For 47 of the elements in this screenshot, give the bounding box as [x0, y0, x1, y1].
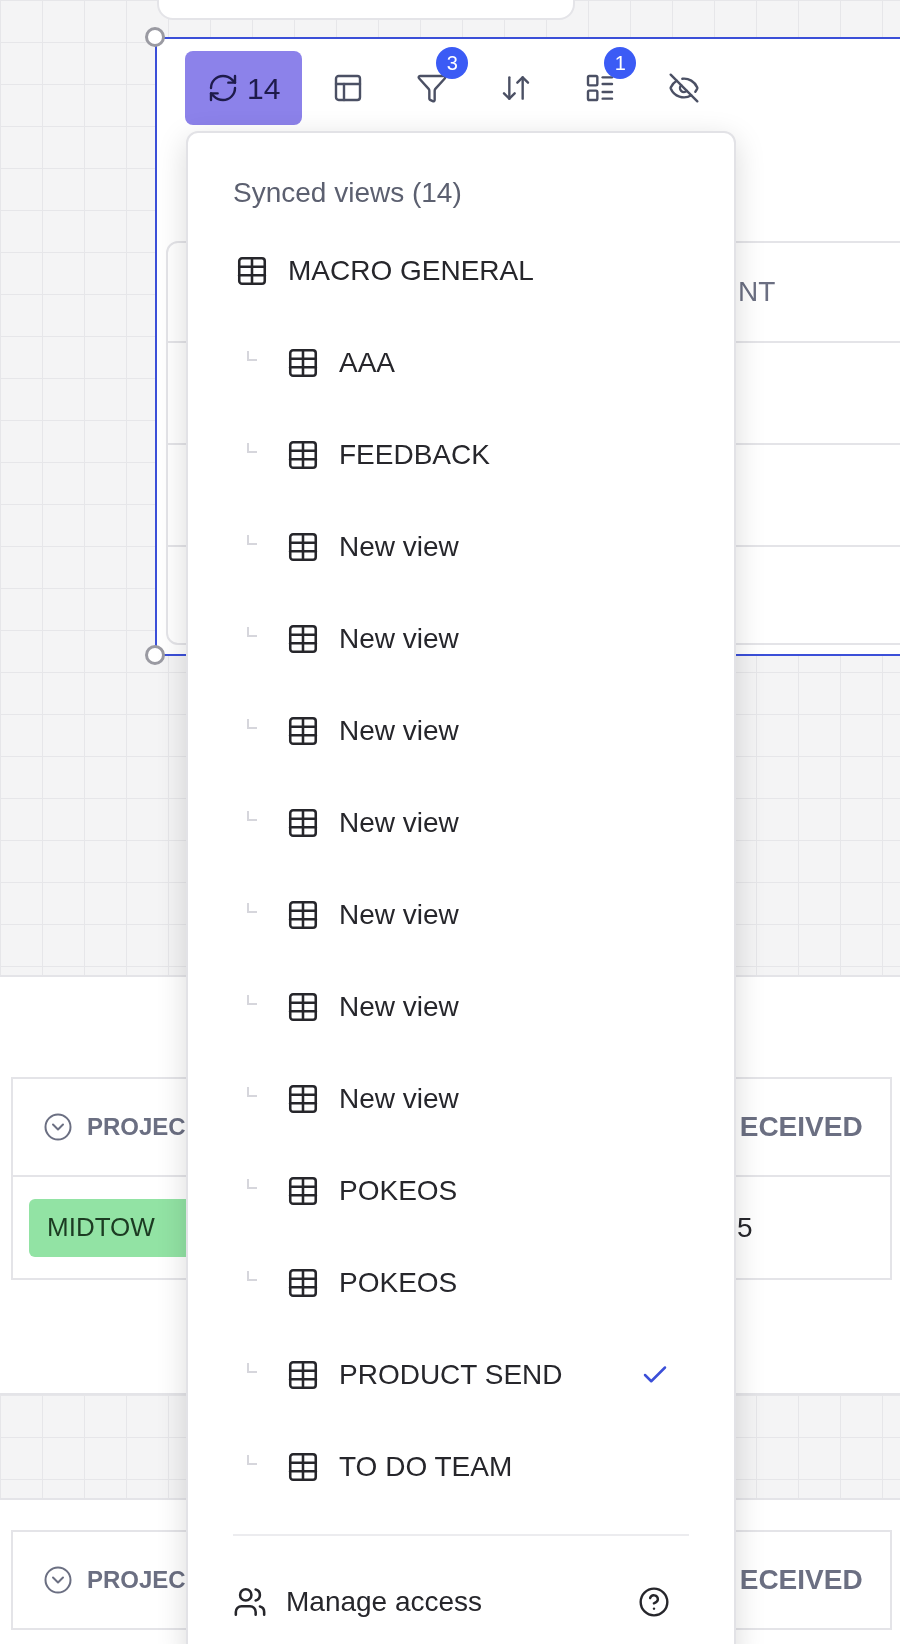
- count-badge: 3: [436, 47, 469, 79]
- table-icon: [286, 1358, 320, 1392]
- users-icon: [233, 1585, 267, 1619]
- column-header: ECEIVED: [739, 1110, 863, 1144]
- branch-icon: [247, 1455, 257, 1465]
- branch-icon: [247, 351, 257, 361]
- branch-icon: [247, 811, 257, 821]
- table-icon: [286, 530, 320, 564]
- branch-icon: [247, 1179, 257, 1189]
- table-icon: [286, 714, 320, 748]
- branch-icon: [247, 1271, 257, 1281]
- sync-button[interactable]: 14: [185, 51, 303, 125]
- table-icon: [286, 438, 320, 472]
- resize-handle[interactable]: [145, 645, 165, 665]
- dropdown-icon: [43, 1565, 73, 1595]
- eye-off-icon: [668, 72, 701, 104]
- branch-icon: [247, 535, 257, 545]
- branch-icon: [247, 903, 257, 913]
- table-cell-text: 5: [737, 1210, 753, 1245]
- table-icon: [286, 346, 320, 380]
- branch-icon: [247, 627, 257, 637]
- sync-icon: [207, 72, 239, 104]
- branch-icon: [247, 719, 257, 729]
- resize-handle[interactable]: [145, 27, 165, 47]
- branch-icon: [247, 443, 257, 453]
- branch-icon: [247, 1087, 257, 1097]
- column-header: PROJEC: [87, 1112, 186, 1142]
- menu-title: Synced views (14): [233, 176, 463, 210]
- table-icon: [286, 1450, 320, 1484]
- branch-icon: [247, 995, 257, 1005]
- table-icon: [286, 1266, 320, 1300]
- column-header: NT: [738, 275, 776, 309]
- column-header: PROJEC: [87, 1565, 186, 1595]
- table-icon: [235, 254, 269, 288]
- branch-icon: [247, 1363, 257, 1373]
- column-header: ECEIVED: [739, 1563, 863, 1597]
- table-icon: [286, 898, 320, 932]
- table-icon: [286, 622, 320, 656]
- table-icon: [286, 990, 320, 1024]
- table-icon: [286, 806, 320, 840]
- table-icon: [286, 1082, 320, 1116]
- dropdown-icon: [43, 1112, 73, 1142]
- count-badge: 1: [604, 47, 637, 79]
- manage-access-item[interactable]: Manage access: [233, 1562, 689, 1642]
- help-icon: [638, 1586, 670, 1618]
- filter-icon: [416, 72, 449, 104]
- table-icon: [286, 1174, 320, 1208]
